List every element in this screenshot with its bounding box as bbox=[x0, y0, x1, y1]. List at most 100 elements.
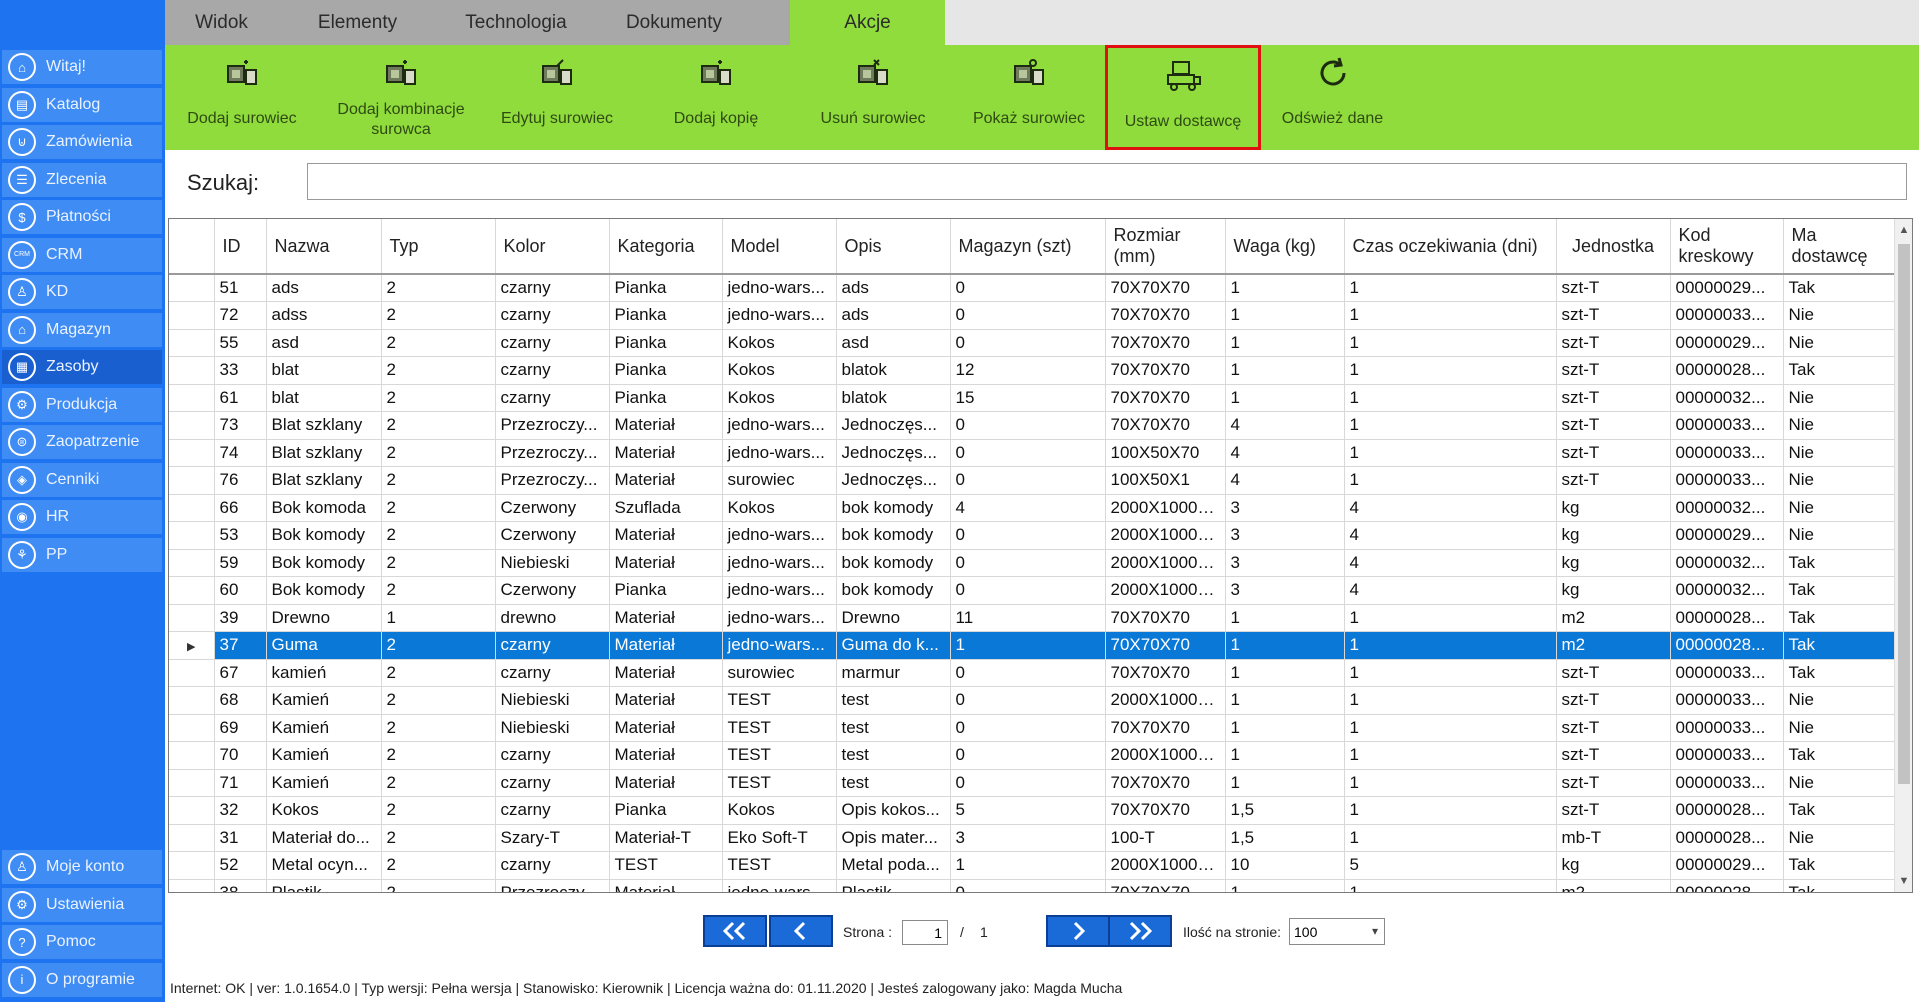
table-row[interactable]: 74 Blat szklany 2 Przezroczy... Materiał jedn… bbox=[169, 439, 1897, 467]
page-number-input[interactable] bbox=[902, 920, 948, 945]
search-input[interactable] bbox=[307, 163, 1907, 200]
scroll-thumb[interactable] bbox=[1898, 244, 1910, 784]
row-header[interactable] bbox=[169, 466, 215, 495]
sidebar-item-hr[interactable]: ◉ HR bbox=[2, 500, 162, 534]
last-page-button[interactable] bbox=[1108, 915, 1172, 947]
scroll-down-arrow-icon[interactable]: ▼ bbox=[1895, 872, 1912, 890]
pokaż-surowiec-button[interactable]: Pokaż surowiec bbox=[953, 45, 1105, 150]
sidebar-item-p-atno-ci[interactable]: $ Płatności bbox=[2, 200, 162, 234]
row-header[interactable] bbox=[169, 686, 215, 715]
next-page-button[interactable] bbox=[1046, 915, 1110, 947]
sidebar-item-moje-konto[interactable]: ♙ Moje konto bbox=[2, 850, 162, 884]
sidebar-item-ustawienia[interactable]: ⚙ Ustawienia bbox=[2, 887, 162, 922]
table-row[interactable]: 73 Blat szklany 2 Przezroczy... Materiał jedn… bbox=[169, 411, 1897, 440]
table-row[interactable]: 67 kamień 2 czarny Materiał surowiec marmur 0 70… bbox=[169, 659, 1897, 687]
first-page-button[interactable] bbox=[703, 915, 767, 947]
table-row[interactable]: 71 Kamień 2 czarny Materiał TEST test 0 70X70X70… bbox=[169, 769, 1897, 797]
row-header[interactable] bbox=[169, 356, 215, 385]
column-header[interactable]: Waga (kg) bbox=[1225, 219, 1345, 275]
sidebar-item-zlecenia[interactable]: ☰ Zlecenia bbox=[2, 162, 162, 197]
column-header[interactable]: Kolor bbox=[495, 219, 610, 275]
column-header[interactable]: Czas oczekiwania (dni) bbox=[1344, 219, 1557, 275]
column-header[interactable]: ID bbox=[214, 219, 267, 275]
column-header[interactable]: Typ bbox=[381, 219, 496, 275]
edytuj-surowiec-button[interactable]: Edytuj surowiec bbox=[481, 45, 633, 150]
sidebar-item-produkcja[interactable]: ⚙ Produkcja bbox=[2, 387, 162, 422]
table-row[interactable]: 39 Drewno 1 drewno Materiał jedno-wars... Drew… bbox=[169, 604, 1897, 632]
column-header[interactable]: Kod kreskowy bbox=[1670, 219, 1784, 275]
row-header[interactable] bbox=[169, 714, 215, 742]
table-row[interactable]: 33 blat 2 czarny Pianka Kokos blatok 12 70X70X70… bbox=[169, 356, 1897, 385]
dodaj-kombinacje-surowca-button[interactable]: Dodaj kombinacje surowca bbox=[325, 45, 477, 150]
row-header[interactable] bbox=[169, 439, 215, 467]
table-row[interactable]: 51 ads 2 czarny Pianka jedno-wars... ads 0 70X70… bbox=[169, 274, 1897, 302]
column-header[interactable]: Opis bbox=[836, 219, 951, 275]
row-header[interactable] bbox=[169, 549, 215, 577]
sidebar-item-zam-wienia[interactable]: ⊍ Zamówienia bbox=[2, 125, 162, 159]
sidebar-item-pomoc[interactable]: ? Pomoc bbox=[2, 925, 162, 959]
sidebar-item-kd[interactable]: ♙ KD bbox=[2, 275, 162, 309]
row-header[interactable] bbox=[169, 851, 215, 880]
sidebar-item-o-programie[interactable]: i O programie bbox=[2, 962, 162, 997]
previous-page-button[interactable] bbox=[769, 915, 833, 947]
ustaw-dostawcę-button[interactable]: Ustaw dostawcę bbox=[1105, 45, 1261, 150]
tab-technologia[interactable]: Technologia bbox=[437, 0, 595, 45]
table-row[interactable]: 52 Metal ocyn... 2 czarny TEST TEST Metal poda… bbox=[169, 851, 1897, 880]
vertical-scrollbar[interactable]: ▲ ▼ bbox=[1894, 219, 1912, 892]
row-header[interactable] bbox=[169, 329, 215, 357]
table-row[interactable]: 38 Plastik 2 Przezroczy... Materiał jedno-war… bbox=[169, 879, 1897, 892]
table-row[interactable]: 72 adss 2 czarny Pianka jedno-wars... ads 0 70X7… bbox=[169, 301, 1897, 330]
row-header[interactable] bbox=[169, 796, 215, 825]
sidebar-item-zasoby[interactable]: ▦ Zasoby bbox=[2, 350, 162, 384]
table-row[interactable]: 76 Blat szklany 2 Przezroczy... Materiał suro… bbox=[169, 466, 1897, 495]
table-row[interactable]: 68 Kamień 2 Niebieski Materiał TEST test 0 2000X… bbox=[169, 686, 1897, 715]
table-row[interactable]: 55 asd 2 czarny Pianka Kokos asd 0 70X70X70 1 1 szt… bbox=[169, 329, 1897, 357]
scroll-up-arrow-icon[interactable]: ▲ bbox=[1895, 221, 1912, 239]
sidebar-item-pp[interactable]: ⚘ PP bbox=[2, 537, 162, 572]
row-header[interactable] bbox=[169, 301, 215, 330]
column-header[interactable]: Jednostka bbox=[1556, 219, 1671, 275]
table-row[interactable]: 69 Kamień 2 Niebieski Materiał TEST test 0 70X70… bbox=[169, 714, 1897, 742]
table-row[interactable]: 66 Bok komoda 2 Czerwony Szuflada Kokos bok ko… bbox=[169, 494, 1897, 522]
row-header[interactable] bbox=[169, 411, 215, 440]
tab-dokumenty[interactable]: Dokumenty bbox=[595, 0, 753, 45]
row-header[interactable] bbox=[169, 384, 215, 412]
row-header[interactable] bbox=[169, 659, 215, 687]
table-row[interactable]: 61 blat 2 czarny Pianka Kokos blatok 15 70X70X70… bbox=[169, 384, 1897, 412]
tab-akcje[interactable]: Akcje bbox=[790, 0, 945, 45]
table-row[interactable]: 70 Kamień 2 czarny Materiał TEST test 0 2000X100… bbox=[169, 741, 1897, 770]
table-row[interactable]: 59 Bok komody 2 Niebieski Materiał jedno-wars… bbox=[169, 549, 1897, 577]
table-row[interactable]: 32 Kokos 2 czarny Pianka Kokos Opis kokos... 5 7… bbox=[169, 796, 1897, 825]
column-header[interactable]: Ma dostawcę bbox=[1783, 219, 1897, 275]
usuń-surowiec-button[interactable]: Usuń surowiec bbox=[797, 45, 949, 150]
table-row[interactable]: 31 Materiał do... 2 Szary-T Materiał-T Eko So… bbox=[169, 824, 1897, 852]
row-header[interactable] bbox=[169, 741, 215, 770]
column-header[interactable]: Rozmiar (mm) bbox=[1105, 219, 1226, 275]
table-row[interactable]: ▶ 37 Guma 2 czarny Materiał jedno-wars... Guma … bbox=[169, 631, 1897, 660]
column-header[interactable]: Nazwa bbox=[266, 219, 382, 275]
row-header[interactable]: ▶ bbox=[169, 631, 215, 660]
table-row[interactable]: 60 Bok komody 2 Czerwony Pianka jedno-wars...… bbox=[169, 576, 1897, 605]
row-header[interactable] bbox=[169, 879, 215, 892]
tab-elementy[interactable]: Elementy bbox=[278, 0, 437, 45]
row-header[interactable] bbox=[169, 494, 215, 522]
row-header[interactable] bbox=[169, 576, 215, 605]
odśwież-dane-button[interactable]: Odśwież dane bbox=[1265, 45, 1400, 150]
row-header[interactable] bbox=[169, 521, 215, 550]
dodaj-kopię-button[interactable]: Dodaj kopię bbox=[640, 45, 792, 150]
dodaj-surowiec-button[interactable]: Dodaj surowiec bbox=[167, 45, 317, 150]
row-header[interactable] bbox=[169, 769, 215, 797]
sidebar-item-magazyn[interactable]: ⌂ Magazyn bbox=[2, 312, 162, 347]
sidebar-item-zaopatrzenie[interactable]: ⊜ Zaopatrzenie bbox=[2, 425, 162, 459]
column-header[interactable]: Model bbox=[722, 219, 837, 275]
per-page-select[interactable]: 100 ▾ bbox=[1289, 918, 1385, 945]
sidebar-item-witaj-[interactable]: ⌂ Witaj! bbox=[2, 50, 162, 84]
column-header[interactable]: Magazyn (szt) bbox=[950, 219, 1106, 275]
table-row[interactable]: 53 Bok komody 2 Czerwony Materiał jedno-wars.… bbox=[169, 521, 1897, 550]
sidebar-item-cenniki[interactable]: ◈ Cenniki bbox=[2, 462, 162, 497]
sidebar-item-katalog[interactable]: ▤ Katalog bbox=[2, 87, 162, 122]
sidebar-item-crm[interactable]: CRM CRM bbox=[2, 237, 162, 272]
row-header[interactable] bbox=[169, 824, 215, 852]
column-header[interactable]: Kategoria bbox=[609, 219, 723, 275]
row-header[interactable] bbox=[169, 274, 215, 302]
